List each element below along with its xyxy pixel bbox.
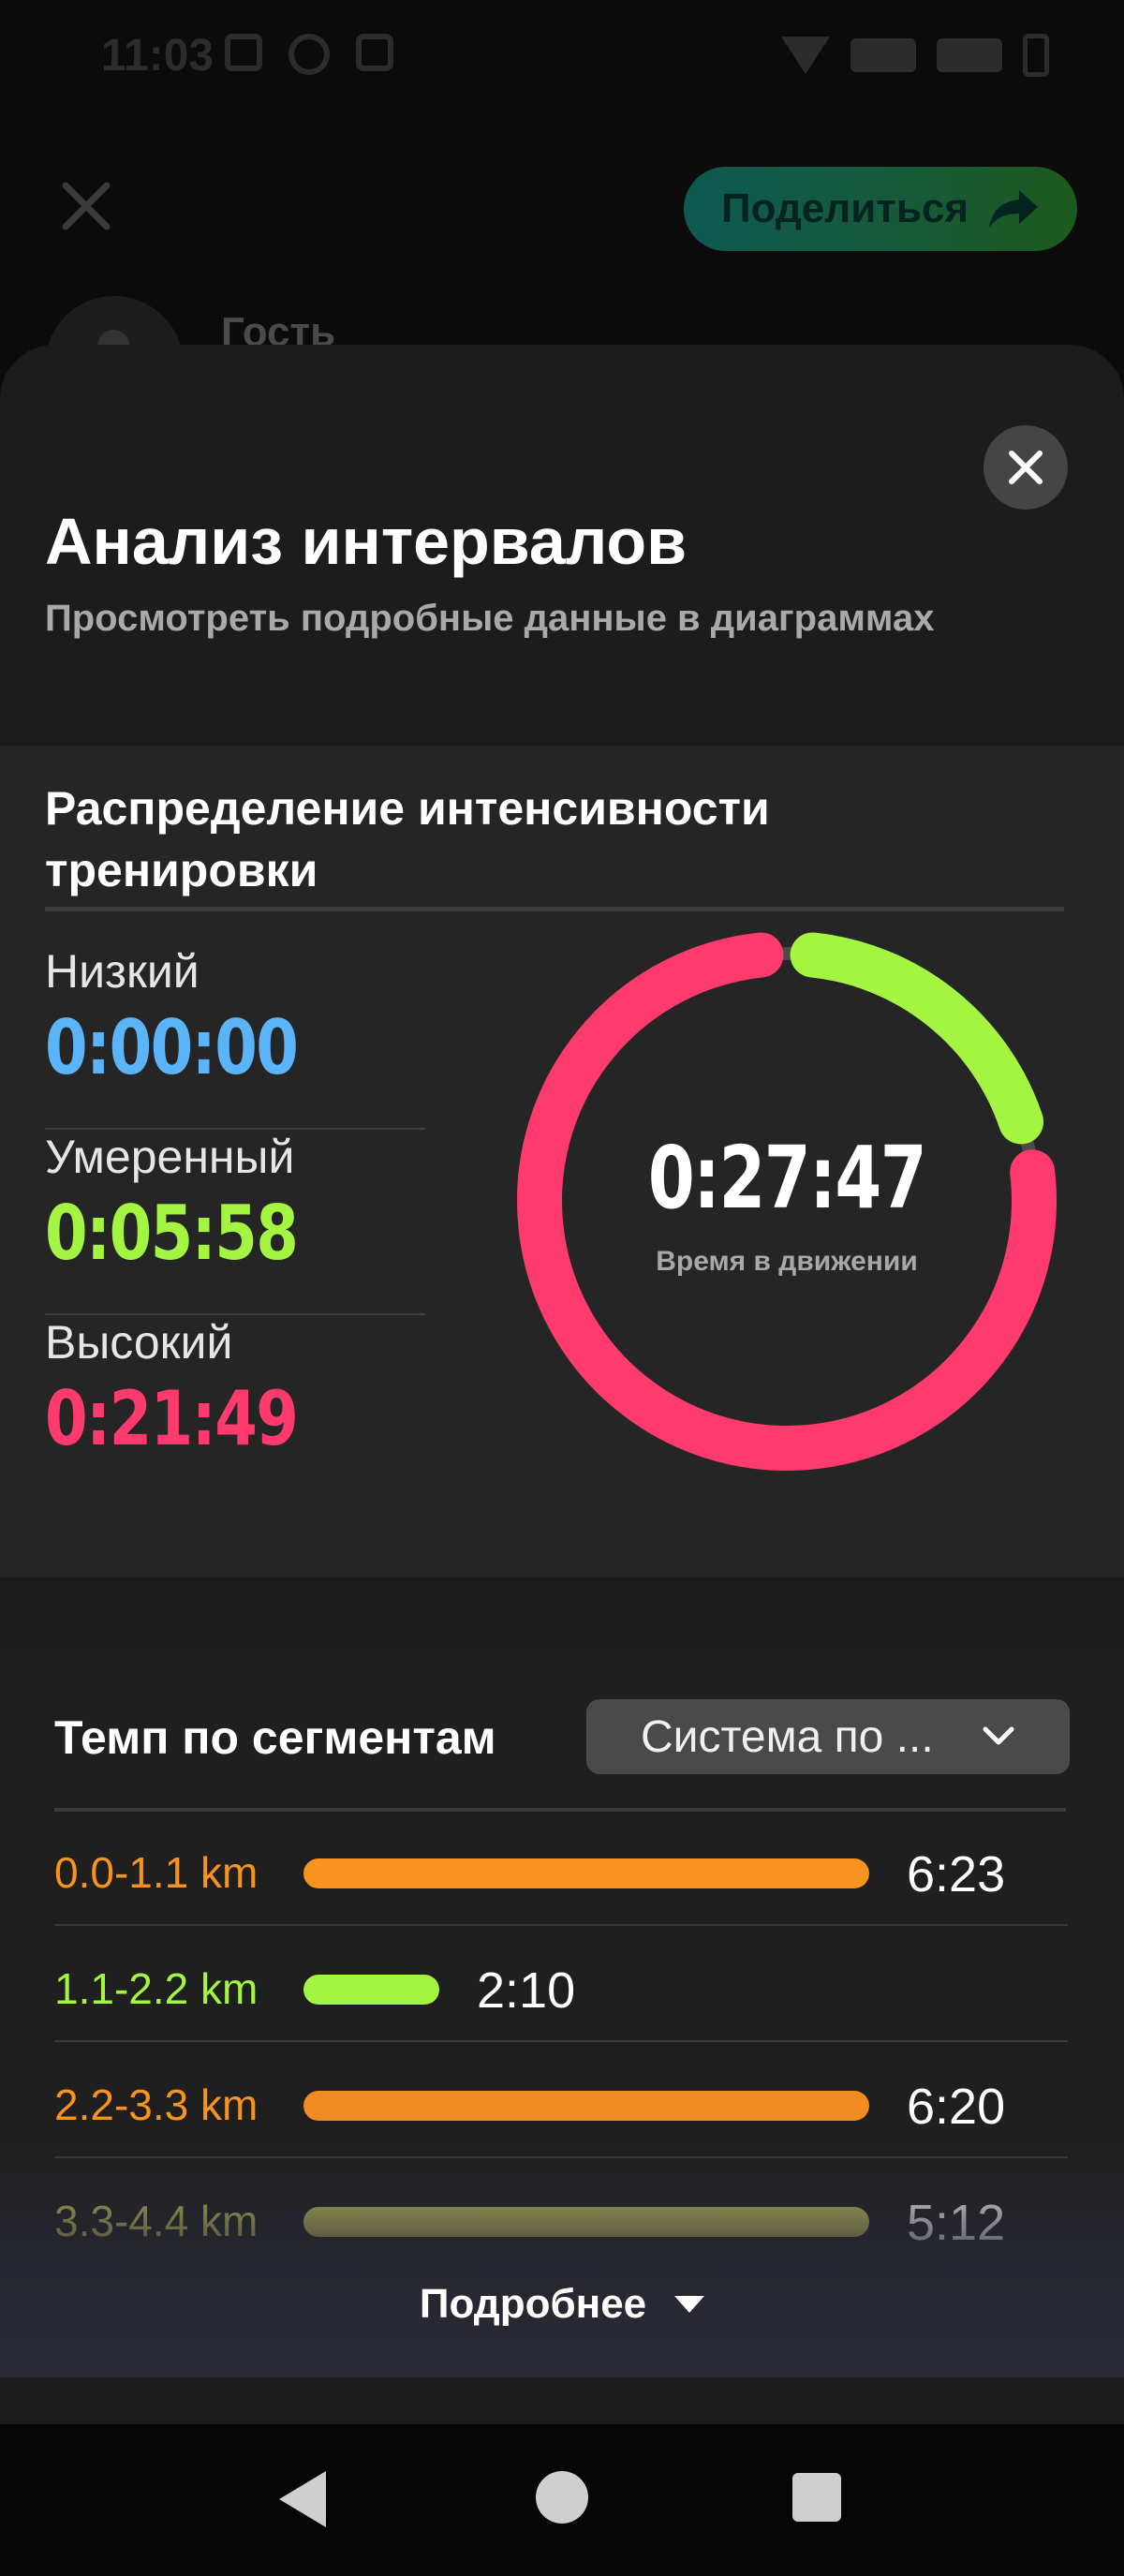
unit-system-dropdown[interactable]: Система по ...: [586, 1699, 1070, 1774]
recent-apps-icon[interactable]: [792, 2473, 841, 2522]
intensity-ring-chart: 0:27:47 Время в движении: [506, 920, 1068, 1482]
wifi-icon: [781, 37, 830, 74]
pace-segment-row: 2.2-3.3 km 6:20: [54, 2044, 1068, 2158]
app-status-icon: [288, 34, 330, 75]
zone-value: 0:00:00: [45, 1004, 299, 1091]
status-bar: 11:03: [0, 0, 1124, 112]
notification-icon: [225, 34, 262, 71]
total-moving-time-label: Время в движении: [656, 1246, 918, 1277]
segment-pace-value: 2:10: [477, 1962, 576, 2019]
ring-segment-moderate: [790, 932, 1044, 1145]
activity-icon: [356, 34, 393, 71]
pace-segment-row: 1.1-2.2 km 2:10: [54, 1928, 1068, 2042]
zone-low: Низкий 0:00:00: [45, 944, 425, 1091]
status-time: 11:03: [101, 31, 214, 81]
back-icon[interactable]: [279, 2471, 326, 2527]
zone-label: Высокий: [45, 1316, 233, 1369]
segment-pace-value: 6:23: [907, 1846, 1006, 1902]
segment-pace-value: 6:20: [907, 2079, 1006, 2135]
intensity-title: Распределение интенсивности тренировки: [45, 782, 770, 896]
sheet-close-button[interactable]: [984, 425, 1068, 510]
home-icon[interactable]: [536, 2471, 588, 2524]
close-page-button[interactable]: [52, 172, 120, 240]
intensity-card: Распределение интенсивности тренировки Н…: [0, 746, 1124, 1577]
share-label: Поделиться: [720, 185, 969, 231]
battery-icon: [1023, 34, 1049, 77]
pace-segment-row: 0.0-1.1 km 6:23: [54, 1812, 1068, 1926]
segment-distance: 2.2-3.3 km: [54, 2080, 259, 2129]
total-moving-time: 0:27:47: [647, 1128, 927, 1228]
pace-card: Темп по сегментам Система по ... 0.0-1.1…: [0, 1649, 1124, 2377]
zone-label: Низкий: [45, 945, 200, 998]
sheet-title: Анализ интервалов: [45, 505, 688, 578]
segment-distance: 1.1-2.2 km: [54, 1964, 259, 2013]
zone-label: Умеренный: [45, 1131, 295, 1183]
segment-pace-bar: [303, 1975, 439, 2005]
screen: 11:03 Поделиться Гость Анализ интервалов…: [0, 0, 1124, 2576]
caret-down-icon: [674, 2296, 705, 2313]
zone-moderate: Умеренный 0:05:58: [45, 1130, 425, 1277]
segment-distance: 0.0-1.1 km: [54, 1848, 259, 1897]
interval-analysis-sheet: Анализ интервалов Просмотреть подробные …: [0, 345, 1124, 2424]
divider: [54, 1924, 1068, 1926]
dropdown-value: Система по ...: [641, 1711, 934, 1762]
segment-pace-bar: [303, 2091, 869, 2121]
share-arrow-icon: [989, 190, 1039, 228]
share-button[interactable]: Поделиться: [684, 167, 1077, 251]
zone-value: 0:05:58: [45, 1190, 299, 1277]
zone-value: 0:21:49: [45, 1375, 299, 1462]
divider: [54, 2040, 1068, 2042]
chevron-down-icon: [983, 1726, 1014, 1745]
pace-title: Темп по сегментам: [54, 1711, 496, 1764]
more-label: Подробнее: [419, 2281, 647, 2327]
navigation-bar: [0, 2424, 1124, 2576]
close-icon: [62, 182, 111, 230]
status-icons-left: [225, 34, 393, 75]
status-icons-right: [781, 34, 1049, 77]
divider: [45, 907, 1064, 911]
sheet-subtitle: Просмотреть подробные данные в диаграмма…: [45, 598, 935, 639]
zone-high: Высокий 0:21:49: [45, 1315, 425, 1462]
signal-icon: [850, 38, 916, 72]
segment-pace-bar: [303, 1858, 869, 1888]
signal-icon-2: [937, 38, 1002, 72]
more-button[interactable]: Подробнее: [0, 2267, 1124, 2342]
close-icon: [1009, 451, 1043, 484]
fade-overlay: [0, 2145, 1124, 2377]
